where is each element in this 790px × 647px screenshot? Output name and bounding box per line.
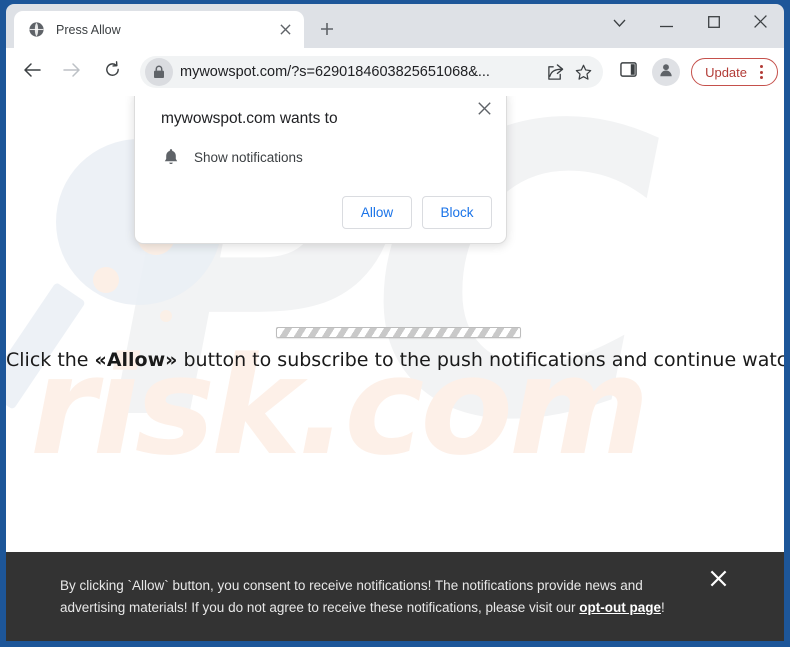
close-icon [754, 15, 767, 33]
consent-line-2-prefix: advertising materials! If you do not agr… [60, 600, 580, 615]
tab-search-button[interactable] [596, 4, 643, 44]
tab-title: Press Allow [56, 22, 121, 37]
permission-dialog-title: mywowspot.com wants to [161, 110, 338, 127]
close-button[interactable] [737, 4, 784, 44]
cta-prefix: Click the [6, 349, 95, 371]
update-button[interactable]: Update [691, 58, 778, 86]
chevron-down-icon [613, 15, 626, 33]
loading-progress-bar [276, 327, 521, 338]
cta-suffix: button to subscribe to the push notifica… [177, 349, 784, 371]
lock-icon[interactable] [145, 58, 173, 86]
consent-banner-text: By clicking `Allow` button, you consent … [60, 575, 680, 619]
permission-row: Show notifications [161, 147, 303, 167]
permission-dialog-close-button[interactable] [471, 98, 497, 124]
block-button[interactable]: Block [422, 196, 492, 229]
permission-row-label: Show notifications [194, 149, 303, 165]
arrow-right-icon [63, 62, 81, 83]
share-icon[interactable] [541, 58, 569, 86]
forward-button[interactable] [56, 56, 88, 88]
star-icon[interactable] [569, 58, 597, 86]
maximize-button[interactable] [690, 4, 737, 44]
watermark-dot-medium [93, 267, 119, 293]
plus-icon [320, 22, 334, 41]
tab-close-icon[interactable] [276, 21, 294, 39]
browser-tab[interactable]: Press Allow [14, 11, 304, 48]
call-to-action-text: Click the «Allow» button to subscribe to… [6, 349, 784, 371]
person-icon [658, 62, 674, 83]
minimize-icon [660, 15, 673, 33]
browser-toolbar: mywowspot.com/?s=6290184603825651068&... [6, 48, 784, 96]
back-button[interactable] [16, 56, 48, 88]
page-viewport: PC risk.com Click the «Allow» button to … [6, 96, 784, 641]
globe-icon [28, 21, 45, 38]
kebab-menu-icon[interactable] [751, 65, 771, 79]
side-panel-button[interactable] [613, 57, 643, 87]
address-bar[interactable]: mywowspot.com/?s=6290184603825651068&... [140, 56, 604, 88]
cta-emphasis: «Allow» [94, 349, 178, 371]
consent-line-2-suffix: ! [661, 600, 665, 615]
browser-window: Press Allow mywowspot.com/?s=62901846038… [0, 0, 790, 647]
maximize-icon [707, 15, 720, 33]
window-controls [596, 4, 784, 44]
close-icon [477, 102, 491, 120]
side-panel-icon [619, 61, 637, 83]
consent-banner: By clicking `Allow` button, you consent … [6, 552, 784, 641]
allow-button[interactable]: Allow [342, 196, 412, 229]
watermark-dot-small [160, 310, 172, 322]
bell-icon [161, 147, 181, 167]
consent-banner-close-button[interactable] [708, 570, 728, 592]
new-tab-button[interactable] [314, 18, 340, 44]
arrow-left-icon [23, 62, 41, 83]
notification-permission-dialog: mywowspot.com wants to Show notification… [134, 96, 507, 244]
consent-line-1: By clicking `Allow` button, you consent … [60, 578, 643, 593]
minimize-button[interactable] [643, 4, 690, 44]
profile-button[interactable] [652, 58, 681, 86]
address-bar-url[interactable]: mywowspot.com/?s=6290184603825651068&... [180, 64, 541, 80]
update-button-label: Update [705, 64, 747, 80]
reload-icon [104, 61, 121, 83]
permission-dialog-actions: Allow Block [342, 196, 492, 229]
opt-out-page-link[interactable]: opt-out page [579, 600, 661, 615]
reload-button[interactable] [96, 56, 128, 88]
close-icon [710, 570, 727, 592]
